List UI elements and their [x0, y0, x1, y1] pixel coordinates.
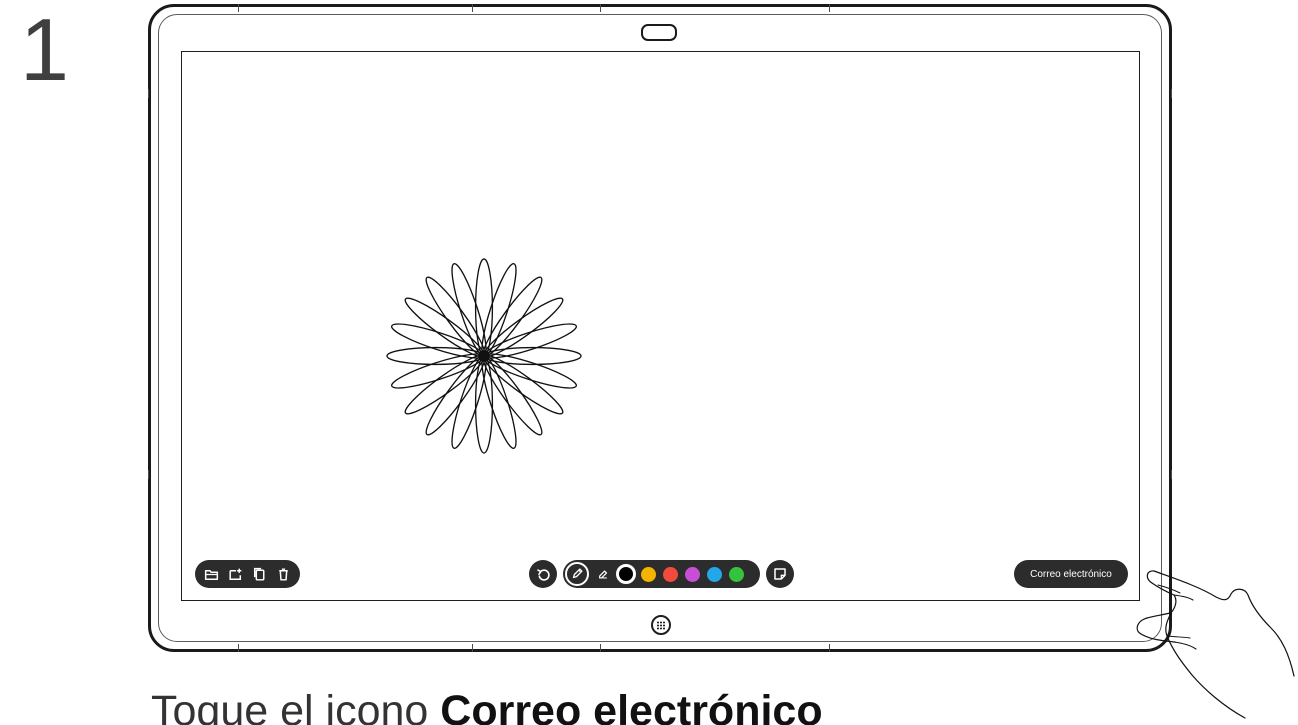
- pointing-hand-icon: [1136, 570, 1295, 719]
- step-number: 1: [20, 0, 69, 99]
- eraser-tool-button[interactable]: [593, 564, 613, 584]
- keypad-home-icon: [657, 621, 665, 630]
- bottom-marker: [600, 644, 601, 652]
- whiteboard-screen[interactable]: Correo electrónico: [181, 51, 1140, 601]
- undo-button[interactable]: [529, 560, 557, 588]
- side-marker: [148, 89, 149, 98]
- bottom-marker: [238, 644, 239, 652]
- file-tools-toolbar: [195, 560, 300, 588]
- side-marker: [1171, 89, 1172, 98]
- folder-icon[interactable]: [203, 566, 220, 583]
- blue-color-swatch[interactable]: [707, 566, 722, 582]
- instruction-illustration: 1 Correo electrónico Toque el icono Corr…: [0, 0, 1298, 725]
- flower-center: [480, 352, 488, 360]
- camera-icon: [641, 24, 677, 41]
- yellow-color-swatch[interactable]: [641, 566, 656, 582]
- bottom-marker: [829, 644, 830, 652]
- flower-petal: [386, 346, 485, 366]
- sticky-note-button[interactable]: [766, 560, 794, 588]
- trash-icon[interactable]: [275, 566, 292, 583]
- side-marker: [148, 470, 149, 479]
- flower-drawing: [386, 258, 582, 454]
- magenta-color-swatch[interactable]: [685, 566, 700, 582]
- flower-petal: [474, 355, 494, 454]
- instruction-bold-label: Correo electrónico: [440, 687, 823, 725]
- flower-petal: [483, 346, 582, 366]
- green-color-swatch[interactable]: [729, 566, 744, 582]
- undo-icon: [536, 568, 550, 581]
- instruction-text: Toque el icono Correo electrónico: [151, 690, 823, 725]
- add-page-icon[interactable]: [227, 566, 244, 583]
- home-button[interactable]: [651, 615, 671, 635]
- flower-petal: [474, 258, 494, 357]
- pen-tool-button[interactable]: [565, 562, 589, 586]
- sticky-note-icon: [774, 568, 786, 580]
- black-color-swatch[interactable]: [616, 564, 636, 584]
- red-color-swatch[interactable]: [663, 566, 678, 582]
- top-marker: [829, 4, 830, 12]
- side-marker: [1171, 470, 1172, 479]
- top-marker: [600, 4, 601, 12]
- copy-icon[interactable]: [251, 566, 268, 583]
- email-button[interactable]: Correo electrónico: [1014, 560, 1128, 588]
- eraser-icon: [599, 570, 608, 579]
- top-marker: [238, 4, 239, 12]
- top-marker: [472, 4, 473, 12]
- instruction-prefix: Toque el icono: [151, 687, 441, 725]
- drawing-palette: [563, 560, 760, 588]
- bottom-marker: [472, 644, 473, 652]
- pen-icon: [572, 568, 583, 579]
